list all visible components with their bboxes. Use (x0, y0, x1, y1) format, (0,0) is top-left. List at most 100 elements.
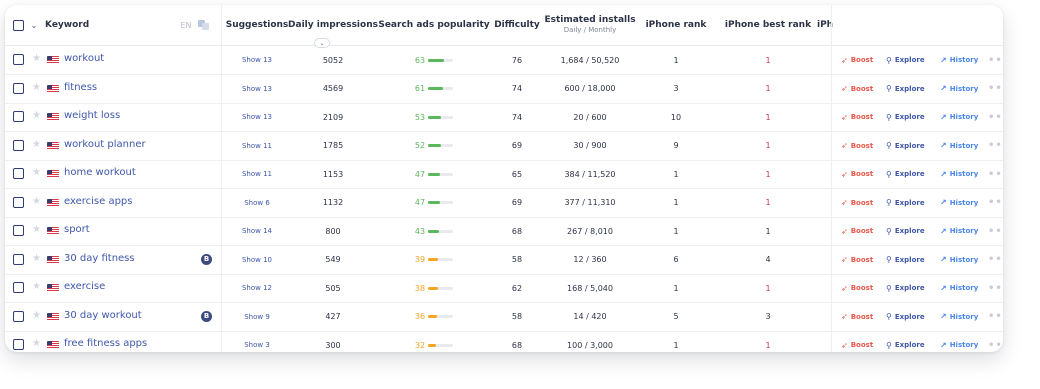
keyword-link[interactable]: free fitness apps (64, 338, 147, 349)
row-checkbox[interactable] (13, 339, 24, 350)
table-row[interactable]: ★ workout planner Show 11 1785 52 69 30 / 900 9… (5, 132, 1003, 161)
header-daily-impressions[interactable]: Daily impressions (288, 5, 378, 45)
suggestions-link[interactable]: Show 14 (229, 217, 285, 245)
suggestions-link[interactable]: Show 10 (229, 246, 285, 274)
star-icon[interactable]: ★ (32, 139, 41, 150)
history-button[interactable]: ↗ History (940, 46, 978, 74)
star-icon[interactable]: ★ (32, 110, 41, 121)
star-icon[interactable]: ★ (32, 253, 41, 264)
history-button[interactable]: ↗ History (940, 331, 978, 352)
more-menu-icon[interactable]: ••• (988, 75, 1003, 103)
suggestions-link[interactable]: Show 12 (229, 274, 285, 302)
history-button[interactable]: ↗ History (940, 103, 978, 131)
header-iphone-best-rank[interactable]: iPhone best rank (723, 5, 813, 45)
boost-button[interactable]: ➶ Boost (841, 274, 873, 302)
more-menu-icon[interactable]: ••• (988, 132, 1003, 160)
boost-button[interactable]: ➶ Boost (841, 246, 873, 274)
star-icon[interactable]: ★ (32, 82, 41, 93)
history-button[interactable]: ↗ History (940, 75, 978, 103)
more-menu-icon[interactable]: ••• (988, 303, 1003, 331)
boost-button[interactable]: ➶ Boost (841, 217, 873, 245)
boost-button[interactable]: ➶ Boost (841, 189, 873, 217)
explore-button[interactable]: ⚲ Explore (886, 246, 925, 274)
table-row[interactable]: ★ exercise apps Show 6 1132 47 69 377 / 11,310… (5, 189, 1003, 218)
suggestions-link[interactable]: Show 11 (229, 160, 285, 188)
keyword-link[interactable]: exercise apps (64, 196, 132, 207)
boost-button[interactable]: ➶ Boost (841, 103, 873, 131)
more-menu-icon[interactable]: ••• (988, 103, 1003, 131)
row-checkbox[interactable] (13, 196, 24, 208)
more-menu-icon[interactable]: ••• (988, 274, 1003, 302)
history-button[interactable]: ↗ History (940, 160, 978, 188)
keyword-link[interactable]: workout planner (64, 139, 146, 150)
boost-button[interactable]: ➶ Boost (841, 75, 873, 103)
explore-button[interactable]: ⚲ Explore (886, 217, 925, 245)
table-row[interactable]: ★ weight loss Show 13 2109 53 74 20 / 600 10 1 ➶ B… (5, 103, 1003, 132)
suggestions-link[interactable]: Show 11 (229, 132, 285, 160)
table-row[interactable]: ★ fitness Show 13 4569 61 74 600 / 18,000 3 1 ➶ Bo… (5, 75, 1003, 104)
row-checkbox[interactable] (13, 282, 24, 293)
header-estimated-installs[interactable]: Estimated installs Daily / Monthly (544, 5, 635, 45)
explore-button[interactable]: ⚲ Explore (886, 46, 925, 74)
table-row[interactable]: ★ exercise Show 12 505 38 62 168 / 5,040 1 1 ➶ Boo… (5, 274, 1003, 303)
explore-button[interactable]: ⚲ Explore (886, 103, 925, 131)
select-all-checkbox[interactable] (13, 20, 24, 31)
table-row[interactable]: ★ 30 day fitness B Show 10 549 39 58 12 / 360 6 4… (5, 246, 1003, 275)
suggestions-link[interactable]: Show 13 (229, 75, 285, 103)
row-checkbox[interactable] (13, 54, 24, 65)
header-iphone-rank[interactable]: iPhone rank (641, 5, 711, 45)
row-checkbox[interactable] (13, 310, 24, 322)
history-button[interactable]: ↗ History (940, 217, 978, 245)
star-icon[interactable]: ★ (32, 281, 41, 292)
keyword-link[interactable]: 30 day fitness (64, 253, 135, 264)
keyword-link[interactable]: home workout (64, 167, 136, 178)
explore-button[interactable]: ⚲ Explore (886, 132, 925, 160)
explore-button[interactable]: ⚲ Explore (886, 331, 925, 352)
table-row[interactable]: ★ home workout Show 11 1153 47 65 384 / 11,520… (5, 160, 1003, 189)
keyword-link[interactable]: 30 day workout (64, 310, 142, 321)
star-icon[interactable]: ★ (32, 196, 41, 207)
more-menu-icon[interactable]: ••• (988, 189, 1003, 217)
suggestions-link[interactable]: Show 13 (229, 46, 285, 74)
keyword-link[interactable]: fitness (64, 82, 97, 93)
more-menu-icon[interactable]: ••• (988, 246, 1003, 274)
boost-button[interactable]: ➶ Boost (841, 46, 873, 74)
star-icon[interactable]: ★ (32, 224, 41, 235)
translate-icon[interactable] (197, 5, 211, 45)
boost-button[interactable]: ➶ Boost (841, 132, 873, 160)
row-checkbox[interactable] (13, 253, 24, 265)
star-icon[interactable]: ★ (32, 338, 41, 349)
keyword-link[interactable]: exercise (64, 281, 105, 292)
row-checkbox[interactable] (13, 168, 24, 179)
suggestions-link[interactable]: Show 13 (229, 103, 285, 131)
explore-button[interactable]: ⚲ Explore (886, 189, 925, 217)
header-suggestions[interactable]: Suggestions (226, 5, 289, 45)
more-menu-icon[interactable]: ••• (988, 217, 1003, 245)
more-menu-icon[interactable]: ••• (988, 160, 1003, 188)
more-menu-icon[interactable]: ••• (988, 331, 1003, 352)
header-difficulty[interactable]: Difficulty (489, 5, 545, 45)
history-button[interactable]: ↗ History (940, 189, 978, 217)
boost-button[interactable]: ➶ Boost (841, 303, 873, 331)
explore-button[interactable]: ⚲ Explore (886, 303, 925, 331)
star-icon[interactable]: ★ (32, 310, 41, 321)
star-icon[interactable]: ★ (32, 167, 41, 178)
header-keyword[interactable]: Keyword (45, 5, 89, 45)
keyword-link[interactable]: workout (64, 53, 104, 64)
row-checkbox[interactable] (13, 111, 24, 122)
explore-button[interactable]: ⚲ Explore (886, 274, 925, 302)
row-checkbox[interactable] (13, 139, 24, 151)
table-row[interactable]: ★ free fitness apps Show 3 300 32 68 100 / 3,0… (5, 331, 1003, 352)
history-button[interactable]: ↗ History (940, 132, 978, 160)
keyword-link[interactable]: sport (64, 224, 90, 235)
table-row[interactable]: ★ 30 day workout B Show 9 427 36 58 14 / 420 5 3 ➶… (5, 303, 1003, 332)
boost-button[interactable]: ➶ Boost (841, 160, 873, 188)
header-lang[interactable]: EN (179, 5, 193, 45)
history-button[interactable]: ↗ History (940, 274, 978, 302)
chevron-down-icon[interactable]: ⌄ (29, 5, 39, 45)
suggestions-link[interactable]: Show 9 (229, 303, 285, 331)
explore-button[interactable]: ⚲ Explore (886, 160, 925, 188)
star-icon[interactable]: ★ (32, 53, 41, 64)
history-button[interactable]: ↗ History (940, 303, 978, 331)
table-row[interactable]: ★ workout Show 13 5052 63 76 1,684 / 50,520 1 1 ➶… (5, 46, 1003, 75)
